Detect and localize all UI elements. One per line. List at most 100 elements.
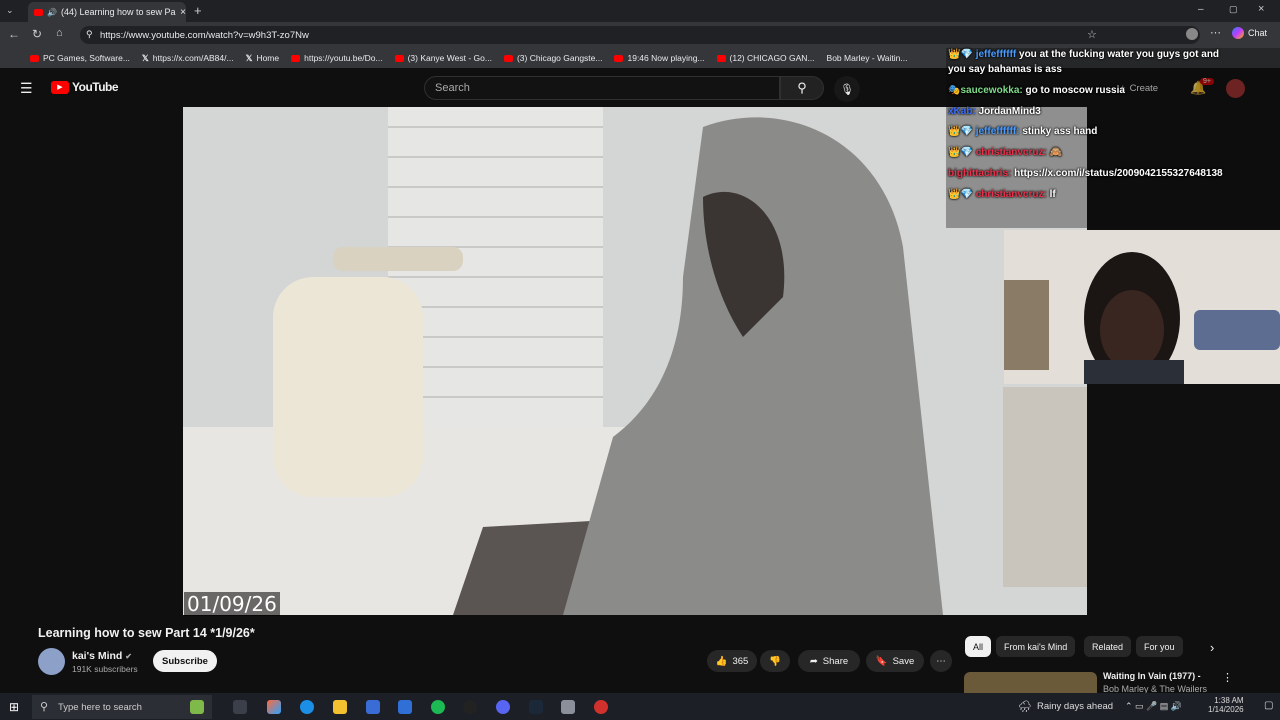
task-view-icon[interactable] bbox=[233, 700, 247, 714]
bookmark-item[interactable]: 𝕏https://x.com/AB84/... bbox=[142, 53, 234, 64]
speaker-icon[interactable]: 🔊 bbox=[47, 8, 57, 17]
chat-username: jeffeffffff: bbox=[975, 126, 1020, 137]
bookmark-favicon-icon bbox=[394, 54, 404, 62]
subscriber-count: 191K subscribers bbox=[72, 664, 138, 674]
browser-tab[interactable]: 🔊 (44) Learning how to sew Pa × bbox=[28, 2, 186, 22]
steam-icon[interactable] bbox=[529, 700, 543, 714]
site-info-icon[interactable]: ⚲ bbox=[86, 29, 93, 40]
discord-icon[interactable] bbox=[496, 700, 510, 714]
youtube-logo[interactable]: ▶ YouTube bbox=[51, 80, 119, 94]
like-count: 365 bbox=[732, 655, 749, 667]
chat-message: you say bahamas is ass bbox=[948, 64, 1062, 75]
chat-text: you at the fucking water you guys got an… bbox=[1019, 49, 1220, 60]
search-button[interactable]: ⚲ bbox=[780, 76, 824, 100]
weather-text[interactable]: Rainy days ahead bbox=[1037, 701, 1113, 712]
window-close-icon[interactable]: × bbox=[1258, 3, 1264, 15]
play-logo-icon: ▶ bbox=[51, 80, 69, 94]
like-button[interactable]: 👍 365 bbox=[707, 650, 757, 672]
more-actions-button[interactable]: ⋯ bbox=[930, 650, 952, 672]
channel-name[interactable]: kai's Mind ✔ bbox=[72, 650, 132, 662]
chat-text: stinky ass hand bbox=[1022, 126, 1098, 137]
chat-text: JordanMind3 bbox=[978, 106, 1041, 117]
chat-username: xKab: bbox=[948, 106, 976, 117]
chat-text: 🙈 bbox=[1049, 147, 1063, 158]
store-icon[interactable] bbox=[366, 700, 380, 714]
system-tray-icons[interactable]: ⌃ ▭ 🎤 ▤ 🔊 bbox=[1125, 701, 1182, 712]
verified-icon: ✔ bbox=[125, 652, 132, 661]
file-explorer-icon[interactable] bbox=[333, 700, 347, 714]
edge-icon[interactable] bbox=[300, 700, 314, 714]
app-icon[interactable] bbox=[561, 700, 575, 714]
webcam-overlay bbox=[1004, 230, 1280, 384]
bookmark-favicon-icon bbox=[503, 54, 513, 62]
bookmark-item[interactable]: https://youtu.be/Do... bbox=[291, 53, 383, 63]
recommended-title[interactable]: Waiting In Vain (1977) - bbox=[1103, 671, 1201, 681]
recommended-thumbnail[interactable] bbox=[964, 672, 1097, 693]
chat-text: you say bahamas is ass bbox=[948, 64, 1062, 75]
address-bar[interactable]: ⚲ https://www.youtube.com/watch?v=w9h3T-… bbox=[80, 26, 1200, 44]
maximize-icon[interactable]: ▢ bbox=[1229, 4, 1238, 15]
tab-list-chevron-icon[interactable]: ⌄ bbox=[6, 5, 14, 16]
chip-related[interactable]: Related bbox=[1084, 636, 1132, 657]
more-options-icon[interactable]: ⋯ bbox=[1210, 26, 1221, 39]
chat-username: saucewokka: bbox=[960, 85, 1023, 96]
chat-text: lf bbox=[1049, 189, 1056, 200]
bookmark-favicon-icon bbox=[614, 54, 624, 62]
chip-for-you[interactable]: For you bbox=[1136, 636, 1183, 657]
mail-icon[interactable] bbox=[398, 700, 412, 714]
bookmark-item[interactable]: PC Games, Software... bbox=[30, 53, 130, 63]
bookmark-item[interactable]: Bob Marley - Waitin... bbox=[827, 53, 908, 63]
new-tab-icon[interactable]: + bbox=[194, 3, 202, 18]
channel-avatar[interactable] bbox=[38, 648, 65, 675]
chip-from-channel[interactable]: From kai's Mind bbox=[996, 636, 1076, 657]
bookmark-item[interactable]: 19:46 Now playing... bbox=[614, 53, 705, 63]
chat-username: christianvcruz: bbox=[975, 189, 1047, 200]
weather-icon[interactable]: 🌧 bbox=[1018, 700, 1032, 713]
bookmark-item[interactable]: (3) Chicago Gangste... bbox=[503, 53, 602, 63]
spotify-icon[interactable] bbox=[431, 700, 445, 714]
youtube-favicon-icon bbox=[34, 8, 43, 16]
search-icon: ⚲ bbox=[797, 80, 807, 95]
browser-app-icon[interactable] bbox=[594, 700, 608, 714]
windows-start-icon[interactable]: ⊞ bbox=[9, 700, 19, 714]
notification-center-icon[interactable]: ▢ bbox=[1264, 700, 1273, 711]
copilot-taskbar-icon[interactable] bbox=[267, 700, 281, 714]
chat-message: 👑💎 christianvcruz: lf bbox=[948, 189, 1056, 200]
chat-badge-icons: 👑💎 bbox=[948, 49, 976, 60]
taskbar-widget-icon[interactable] bbox=[190, 700, 204, 714]
menu-icon[interactable]: ☰ bbox=[20, 80, 33, 97]
chat-badge-icons: 👑💎 bbox=[948, 189, 976, 200]
home-icon[interactable]: ⌂ bbox=[56, 27, 63, 39]
search-input[interactable]: Search bbox=[424, 76, 780, 100]
share-button[interactable]: ➦ Share bbox=[798, 650, 860, 672]
media-player-icon[interactable] bbox=[463, 700, 477, 714]
favorite-star-icon[interactable]: ☆ bbox=[1087, 28, 1097, 41]
minimize-icon[interactable]: – bbox=[1198, 4, 1204, 15]
more-horizontal-icon: ⋯ bbox=[936, 655, 946, 667]
recommended-channel: Bob Marley & The Wailers bbox=[1103, 684, 1208, 693]
url-text: https://www.youtube.com/watch?v=w9h3T-zo… bbox=[100, 29, 309, 41]
chat-message: 🎭saucewokka: go to moscow russia bbox=[948, 85, 1125, 96]
bookmark-favicon-icon bbox=[291, 54, 301, 62]
video-date-overlay: 01/09/26 bbox=[184, 592, 280, 616]
subscribe-button[interactable]: Subscribe bbox=[153, 650, 217, 672]
clock[interactable]: 1:38 AM 1/14/2026 bbox=[1208, 696, 1244, 714]
recommended-menu-icon[interactable]: ⋮ bbox=[1222, 671, 1233, 684]
chip-all[interactable]: All bbox=[965, 636, 992, 657]
copilot-chat-button[interactable]: Chat bbox=[1232, 27, 1267, 39]
bookmark-item[interactable]: (3) Kanye West - Go... bbox=[394, 53, 492, 63]
save-button[interactable]: 🔖 Save bbox=[866, 650, 924, 672]
bookmark-item[interactable]: (12) CHICAGO GAN... bbox=[716, 53, 815, 63]
bookmark-favicon-icon bbox=[30, 54, 39, 62]
back-icon[interactable]: ← bbox=[8, 27, 20, 41]
chevron-right-icon[interactable]: › bbox=[1210, 640, 1214, 655]
refresh-icon[interactable]: ↻ bbox=[32, 27, 42, 41]
profile-icon[interactable] bbox=[1186, 28, 1198, 40]
dislike-button[interactable]: 👎 bbox=[760, 650, 790, 672]
chat-badge-icons: 👑💎 bbox=[948, 126, 976, 137]
taskbar-search-input[interactable]: ⚲ Type here to search bbox=[32, 695, 212, 719]
x-logo-icon: 𝕏 bbox=[245, 52, 253, 63]
bookmark-item[interactable]: 𝕏 Home bbox=[246, 53, 280, 64]
close-tab-icon[interactable]: × bbox=[180, 7, 186, 18]
voice-search-button[interactable]: 🎙 bbox=[834, 76, 860, 102]
